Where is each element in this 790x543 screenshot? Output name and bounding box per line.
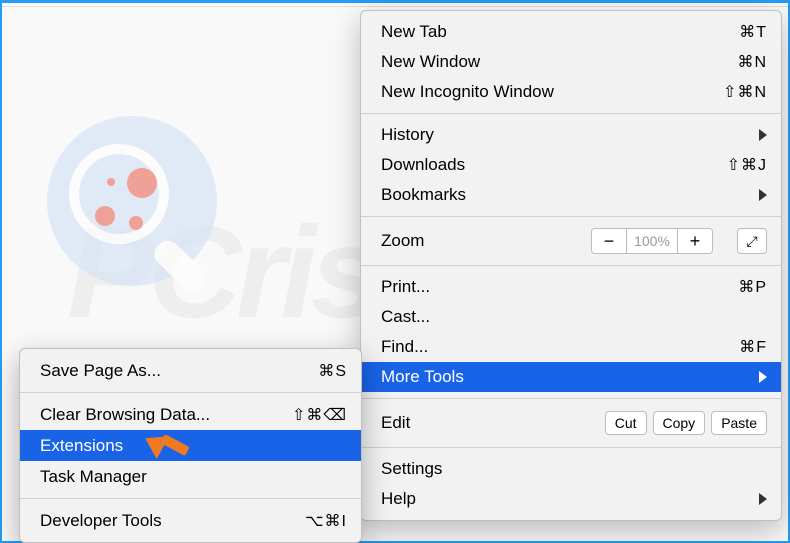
menu-separator: [361, 216, 781, 217]
menu-shortcut: ⇧⌘⌫: [287, 405, 347, 425]
submenu-developer-tools[interactable]: Developer Tools ⌥⌘I: [20, 505, 361, 536]
menu-edit: Edit Cut Copy Paste: [361, 405, 781, 441]
menu-help[interactable]: Help: [361, 484, 781, 514]
menu-shortcut: ⌘S: [287, 361, 347, 381]
menu-bookmarks[interactable]: Bookmarks: [361, 180, 781, 210]
menu-new-tab[interactable]: New Tab ⌘T: [361, 17, 781, 47]
submenu-task-manager[interactable]: Task Manager: [20, 461, 361, 492]
submenu-arrow-icon: [759, 371, 767, 383]
fullscreen-icon: ⤢: [746, 233, 757, 250]
menu-label: Clear Browsing Data...: [40, 405, 287, 425]
menu-settings[interactable]: Settings: [361, 454, 781, 484]
menu-label: Task Manager: [40, 467, 347, 487]
menu-shortcut: ⇧⌘J: [707, 155, 767, 175]
menu-label: Downloads: [381, 155, 707, 175]
submenu-clear-browsing[interactable]: Clear Browsing Data... ⇧⌘⌫: [20, 399, 361, 430]
zoom-in-button[interactable]: +: [678, 228, 712, 254]
menu-separator: [361, 113, 781, 114]
menu-label: Edit: [381, 413, 605, 433]
submenu-arrow-icon: [759, 493, 767, 505]
menu-shortcut: ⌘P: [707, 277, 767, 297]
menu-label: Developer Tools: [40, 511, 287, 531]
menu-separator: [20, 392, 361, 393]
menu-cast[interactable]: Cast...: [361, 302, 781, 332]
submenu-save-page[interactable]: Save Page As... ⌘S: [20, 355, 361, 386]
submenu-arrow-icon: [759, 129, 767, 141]
paste-button[interactable]: Paste: [711, 411, 767, 435]
menu-label: History: [381, 125, 759, 145]
menu-separator: [361, 265, 781, 266]
menu-label: More Tools: [381, 367, 759, 387]
menu-new-window[interactable]: New Window ⌘N: [361, 47, 781, 77]
copy-button[interactable]: Copy: [653, 411, 706, 435]
menu-more-tools[interactable]: More Tools: [361, 362, 781, 392]
menu-label: Print...: [381, 277, 707, 297]
menu-label: New Tab: [381, 22, 707, 42]
more-tools-submenu: Save Page As... ⌘S Clear Browsing Data..…: [19, 348, 362, 543]
menu-label: Extensions: [40, 436, 347, 456]
menu-separator: [20, 498, 361, 499]
menu-shortcut: ⌘T: [707, 22, 767, 42]
menu-label: Find...: [381, 337, 707, 357]
menu-label: Help: [381, 489, 759, 509]
zoom-control: − 100% +: [591, 228, 713, 254]
menu-downloads[interactable]: Downloads ⇧⌘J: [361, 150, 781, 180]
search-logo: [32, 78, 232, 323]
menu-label: New Incognito Window: [381, 82, 707, 102]
menu-label: Save Page As...: [40, 361, 287, 381]
menu-label: Zoom: [381, 231, 591, 251]
submenu-extensions[interactable]: Extensions: [20, 430, 361, 461]
menu-shortcut: ⌘F: [707, 337, 767, 357]
menu-new-incognito[interactable]: New Incognito Window ⇧⌘N: [361, 77, 781, 107]
menu-label: Bookmarks: [381, 185, 759, 205]
menu-history[interactable]: History: [361, 120, 781, 150]
fullscreen-button[interactable]: ⤢: [737, 228, 767, 254]
menu-label: New Window: [381, 52, 707, 72]
menu-separator: [361, 398, 781, 399]
menu-label: Cast...: [381, 307, 767, 327]
cut-button[interactable]: Cut: [605, 411, 647, 435]
zoom-out-button[interactable]: −: [592, 228, 626, 254]
menu-label: Settings: [381, 459, 767, 479]
menu-zoom: Zoom − 100% + ⤢: [361, 223, 781, 259]
zoom-value: 100%: [626, 228, 678, 254]
menu-print[interactable]: Print... ⌘P: [361, 272, 781, 302]
menu-find[interactable]: Find... ⌘F: [361, 332, 781, 362]
menu-shortcut: ⌥⌘I: [287, 511, 347, 531]
chrome-main-menu: New Tab ⌘T New Window ⌘N New Incognito W…: [360, 10, 782, 521]
menu-shortcut: ⇧⌘N: [707, 82, 767, 102]
submenu-arrow-icon: [759, 189, 767, 201]
menu-shortcut: ⌘N: [707, 52, 767, 72]
menu-separator: [361, 447, 781, 448]
